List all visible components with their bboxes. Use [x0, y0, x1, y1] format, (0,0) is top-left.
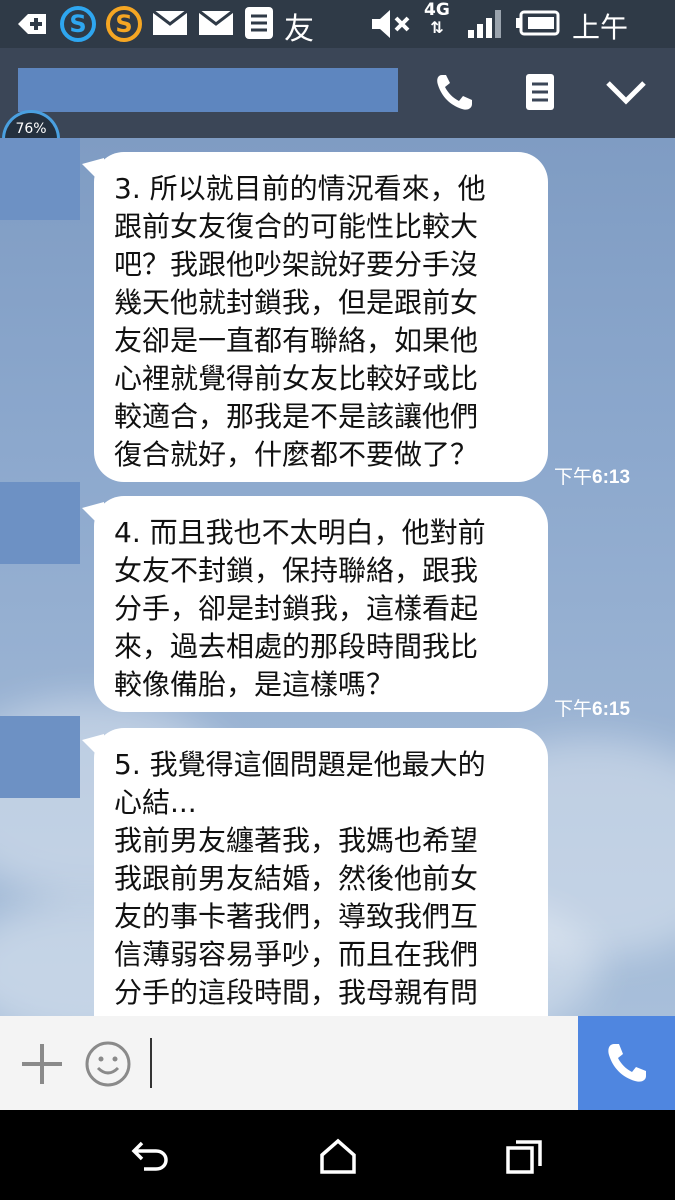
emoji-icon	[85, 1041, 131, 1087]
home-icon	[320, 1138, 356, 1174]
plus-icon	[22, 1044, 62, 1084]
phone-icon	[607, 1044, 646, 1082]
status-bar: S S 友 4G ⇅ 上午1:55	[0, 0, 675, 77]
add-button[interactable]	[18, 1040, 66, 1088]
phone-icon	[437, 75, 472, 110]
call-button[interactable]	[578, 1016, 675, 1110]
emoji-button[interactable]	[84, 1040, 132, 1088]
notes-icon	[244, 6, 274, 40]
back-icon	[131, 1141, 168, 1171]
text-cursor	[150, 1038, 152, 1088]
chat-area[interactable]: 3. 所以就目前的情況看來，他 跟前女友復合的可能性比較大 吧？我跟他吵架說好要…	[0, 138, 675, 1016]
s-app-blue-icon: S	[58, 4, 98, 44]
svg-text:S: S	[115, 10, 132, 38]
message-time: 下午6:15	[554, 699, 631, 720]
system-nav-bar	[0, 1110, 675, 1200]
home-button[interactable]	[316, 1136, 360, 1176]
mail-icon	[152, 10, 188, 36]
expand-button[interactable]	[604, 70, 648, 114]
s-app-orange-icon: S	[104, 4, 144, 44]
input-bar	[0, 1016, 675, 1110]
memo-icon	[526, 74, 554, 110]
svg-text:S: S	[69, 10, 86, 38]
contact-name[interactable]	[18, 68, 398, 112]
avatar[interactable]	[0, 716, 80, 798]
message-bubble: 4. 而且我也不太明白，他對前 女友不封鎖，保持聯絡，跟我 分手，卻是封鎖我，這…	[82, 496, 548, 712]
memo-button[interactable]	[518, 70, 562, 114]
recents-icon	[506, 1140, 542, 1174]
avatar[interactable]	[0, 482, 80, 564]
friend-icon: 友	[284, 12, 314, 47]
chat-header: 76%	[0, 48, 675, 150]
message-input[interactable]	[150, 1036, 570, 1090]
battery-icon	[516, 10, 560, 36]
avatar[interactable]	[0, 138, 80, 220]
signal-icon	[466, 6, 506, 40]
recents-button[interactable]	[502, 1136, 546, 1176]
message-bubble: 5. 我覺得這個問題是他最大的 心結... 我前男友纏著我，我媽也希望 我跟前男…	[82, 728, 548, 1016]
mail-icon	[198, 10, 234, 36]
add-box-icon	[14, 8, 50, 40]
back-button[interactable]	[128, 1136, 172, 1176]
chevron-down-icon	[606, 81, 646, 105]
mute-icon	[370, 8, 410, 40]
network-type-icon: 4G ⇅	[424, 0, 450, 37]
message-bubble: 3. 所以就目前的情況看來，他 跟前女友復合的可能性比較大 吧？我跟他吵架說好要…	[82, 152, 548, 482]
call-button[interactable]	[432, 70, 476, 114]
message-time: 下午6:13	[554, 467, 631, 488]
